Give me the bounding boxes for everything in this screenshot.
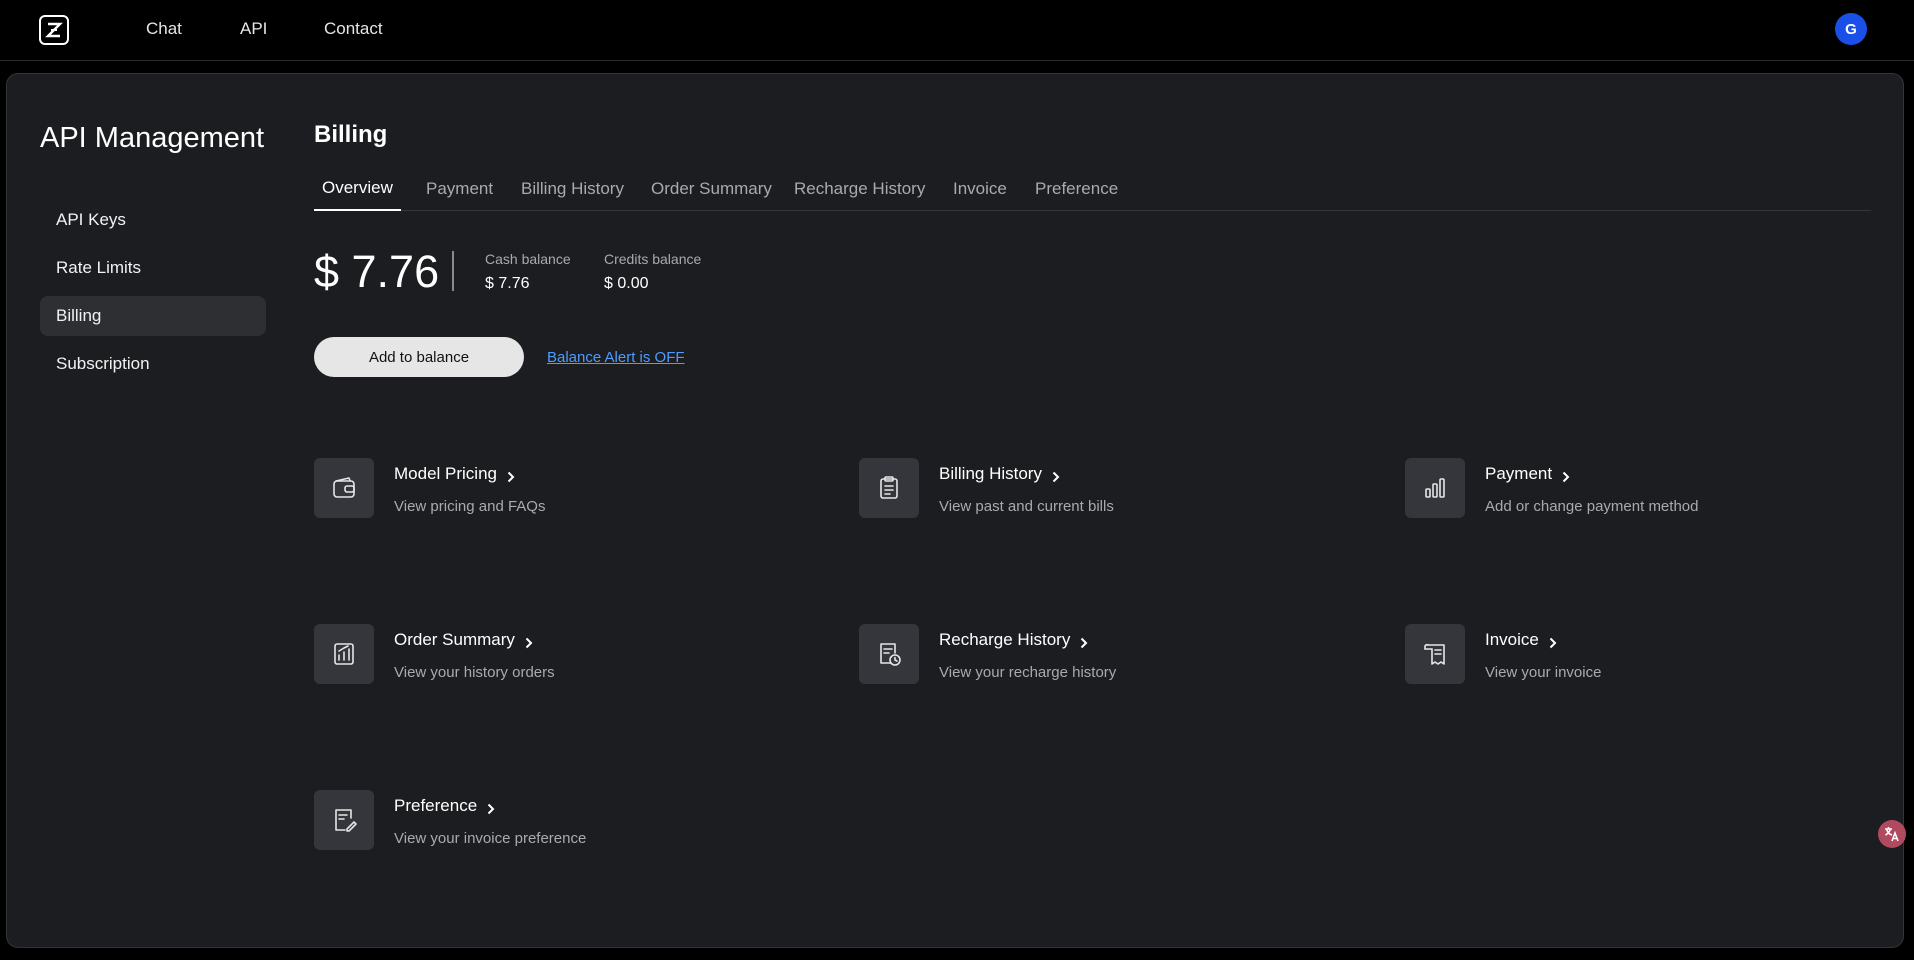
- card-title: Billing History: [939, 464, 1042, 483]
- total-balance: $ 7.76: [314, 246, 440, 297]
- balance-alert-link[interactable]: Balance Alert is OFF: [547, 349, 685, 366]
- document-clock-icon: [859, 624, 919, 684]
- sidebar-item-rate-limits[interactable]: Rate Limits: [40, 248, 266, 288]
- tab-recharge-history[interactable]: Recharge History: [786, 166, 933, 211]
- card-title: Payment: [1485, 464, 1553, 483]
- card-order-summary[interactable]: Order Summary View your history orders: [314, 624, 734, 694]
- card-billing-history[interactable]: Billing History View past and current bi…: [859, 458, 1279, 528]
- chevron-right-icon: [525, 634, 533, 649]
- nav-link-contact[interactable]: Contact: [324, 19, 383, 39]
- tab-overview[interactable]: Overview: [314, 166, 401, 211]
- tab-order-summary[interactable]: Order Summary: [643, 166, 780, 211]
- credits-balance-value: $ 0.00: [604, 275, 649, 292]
- chevron-right-icon: [1080, 634, 1088, 649]
- card-title: Preference: [394, 796, 478, 815]
- card-description: View your invoice preference: [394, 830, 587, 847]
- card-title: Recharge History: [939, 630, 1071, 649]
- card-recharge-history[interactable]: Recharge History View your recharge hist…: [859, 624, 1279, 694]
- report-icon: [314, 624, 374, 684]
- sidebar-item-label: API Keys: [56, 210, 126, 229]
- clipboard-icon: [859, 458, 919, 518]
- main-panel: API Management API Keys Rate Limits Bill…: [6, 73, 1904, 948]
- card-description: Add or change payment method: [1485, 498, 1699, 515]
- page-title: API Management: [40, 122, 265, 154]
- cash-balance-value: $ 7.76: [485, 275, 530, 292]
- document-edit-icon: [314, 790, 374, 850]
- tab-preference[interactable]: Preference: [1027, 166, 1126, 211]
- card-description: View pricing and FAQs: [394, 498, 546, 515]
- tab-invoice[interactable]: Invoice: [945, 166, 1015, 211]
- nav-link-chat[interactable]: Chat: [146, 19, 182, 39]
- card-description: View your invoice: [1485, 664, 1602, 681]
- card-invoice[interactable]: Invoice View your invoice: [1405, 624, 1825, 694]
- sidebar-item-label: Billing: [56, 306, 102, 325]
- chevron-right-icon: [507, 468, 515, 483]
- receipt-icon: [1405, 624, 1465, 684]
- card-preference[interactable]: Preference View your invoice preference: [314, 790, 734, 860]
- cash-balance-label: Cash balance: [485, 251, 571, 267]
- billing-tabs: Overview Payment Billing History Order S…: [314, 166, 1871, 211]
- sidebar-item-billing[interactable]: Billing: [40, 296, 266, 336]
- sidebar-item-api-keys[interactable]: API Keys: [40, 200, 266, 240]
- sidebar-item-subscription[interactable]: Subscription: [40, 344, 266, 384]
- tab-payment[interactable]: Payment: [418, 166, 501, 211]
- logo-icon[interactable]: [39, 15, 69, 45]
- card-title: Invoice: [1485, 630, 1539, 649]
- chevron-right-icon: [1562, 468, 1570, 483]
- balance-divider: [452, 251, 454, 291]
- nav-link-api[interactable]: API: [240, 19, 267, 39]
- sidebar-item-label: Subscription: [56, 354, 150, 373]
- card-description: View your recharge history: [939, 664, 1117, 681]
- translate-icon[interactable]: [1878, 820, 1906, 848]
- chevron-right-icon: [1052, 468, 1060, 483]
- section-title: Billing: [314, 121, 388, 148]
- tab-billing-history[interactable]: Billing History: [513, 166, 632, 211]
- bar-chart-icon: [1405, 458, 1465, 518]
- card-description: View your history orders: [394, 664, 555, 681]
- add-to-balance-button[interactable]: Add to balance: [314, 337, 524, 377]
- sidebar-item-label: Rate Limits: [56, 258, 142, 277]
- user-avatar[interactable]: G: [1835, 13, 1867, 45]
- card-payment[interactable]: Payment Add or change payment method: [1405, 458, 1825, 528]
- chevron-right-icon: [1549, 634, 1557, 649]
- card-description: View past and current bills: [939, 498, 1114, 515]
- card-title: Model Pricing: [394, 464, 497, 483]
- top-nav-bar: Chat API Contact G: [0, 0, 1914, 61]
- credits-balance-label: Credits balance: [604, 251, 702, 267]
- chevron-right-icon: [487, 800, 495, 815]
- card-model-pricing[interactable]: Model Pricing View pricing and FAQs: [314, 458, 734, 528]
- card-title: Order Summary: [394, 630, 515, 649]
- wallet-icon: [314, 458, 374, 518]
